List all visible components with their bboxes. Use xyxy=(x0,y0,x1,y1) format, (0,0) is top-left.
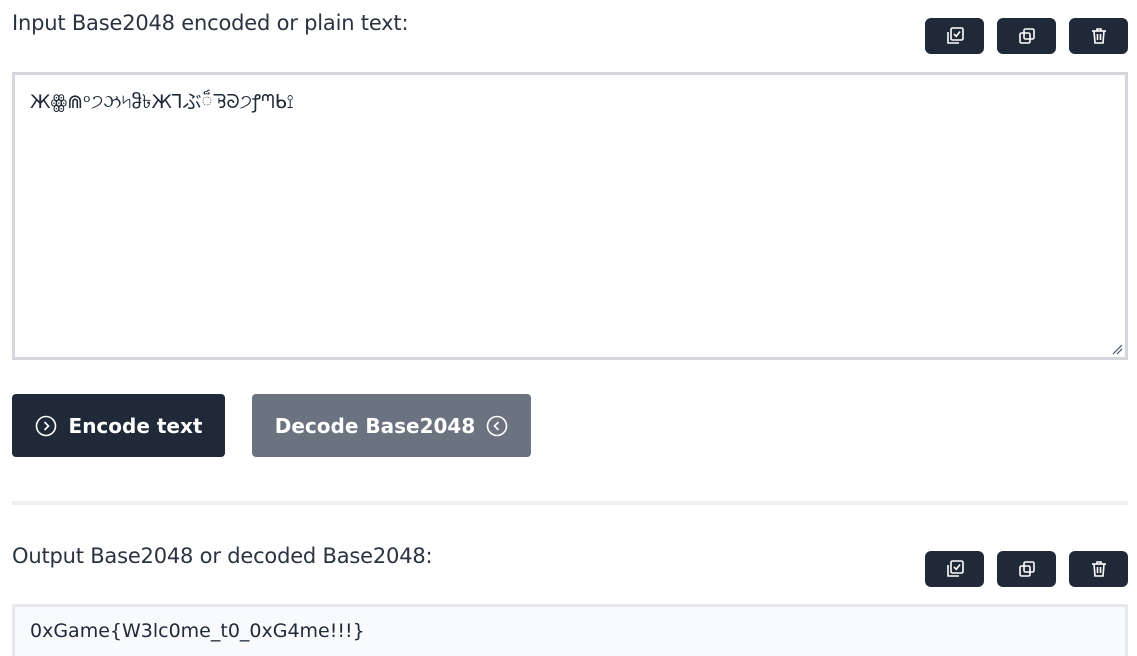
input-clear-button[interactable] xyxy=(1069,18,1128,54)
output-label: Output Base2048 or decoded Base2048: xyxy=(12,544,433,568)
input-textarea[interactable]: Жꙮ⋒ᵒ੭ઝ৸ჵ৳Ж⅂ぶ៏ᘋᘐ੭ꝭᘉᑲ⟟ xyxy=(12,72,1128,360)
input-select-all-button[interactable] xyxy=(925,18,984,54)
copy-icon xyxy=(1018,561,1035,577)
encode-button[interactable]: Encode text xyxy=(12,394,225,457)
trash-icon xyxy=(1091,561,1106,577)
section-divider xyxy=(12,501,1128,505)
input-text-value: Жꙮ⋒ᵒ੭ઝ৸ჵ৳Ж⅂ぶ៏ᘋᘐ੭ꝭᘉᑲ⟟ xyxy=(30,91,294,113)
base2048-tool: Input Base2048 encoded or plain text: Жꙮ… xyxy=(0,0,1137,656)
input-copy-button[interactable] xyxy=(997,18,1056,54)
decode-button[interactable]: Decode Base2048 xyxy=(252,394,531,457)
copy-icon xyxy=(1018,28,1035,44)
encode-button-label: Encode text xyxy=(68,413,203,438)
trash-icon xyxy=(1091,28,1106,44)
output-select-all-button[interactable] xyxy=(925,551,984,587)
checkbox-select-icon xyxy=(946,27,964,44)
resize-grip-icon[interactable] xyxy=(1111,343,1123,355)
input-label: Input Base2048 encoded or plain text: xyxy=(12,11,409,35)
output-clear-button[interactable] xyxy=(1069,551,1128,587)
output-copy-button[interactable] xyxy=(997,551,1056,587)
checkbox-select-icon xyxy=(946,560,964,577)
chevron-left-circle-icon xyxy=(486,415,508,436)
output-text-value: 0xGame{W3lc0me_t0_0xG4me!!!} xyxy=(30,620,365,642)
output-textarea[interactable]: 0xGame{W3lc0me_t0_0xG4me!!!} xyxy=(12,604,1128,656)
chevron-right-circle-icon xyxy=(35,415,56,436)
decode-button-label: Decode Base2048 xyxy=(274,413,476,438)
